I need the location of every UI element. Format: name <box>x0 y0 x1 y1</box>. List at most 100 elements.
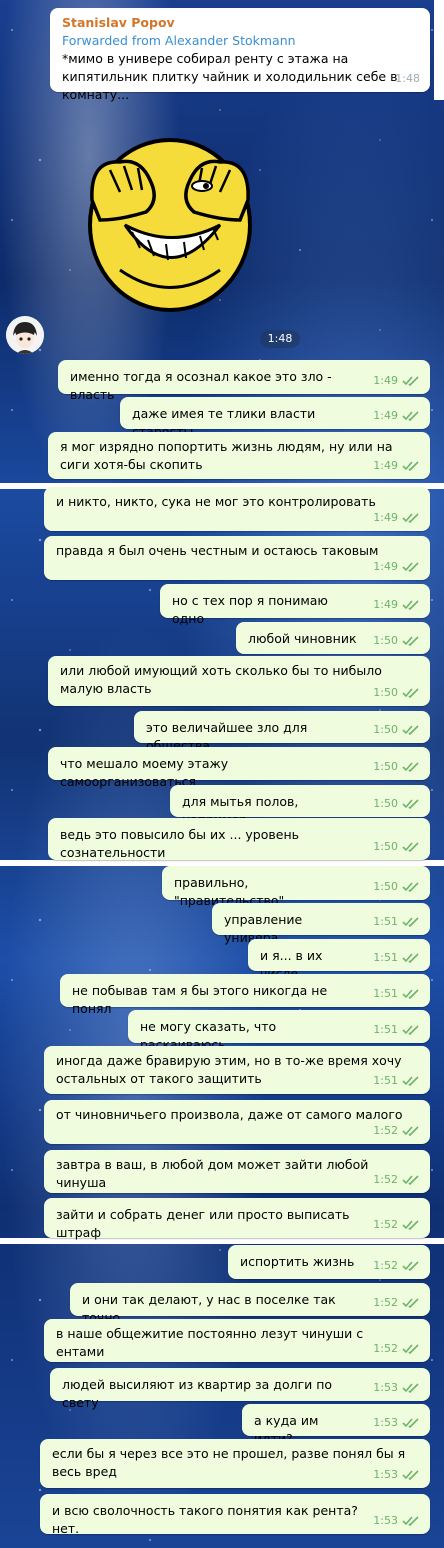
outgoing-message[interactable]: и всю сволочность такого понятия как рен… <box>40 1494 430 1536</box>
message-text: и никто, никто, сука не мог это контроли… <box>56 494 376 509</box>
double-check-icon <box>402 461 420 471</box>
outgoing-message[interactable]: иногда даже бравирую этим, но в то-же вр… <box>44 1046 430 1094</box>
message-time: 1:50 <box>373 797 398 810</box>
sender-name[interactable]: Stanislav Popov <box>62 14 418 32</box>
message-meta: 1:50 <box>373 632 420 650</box>
outgoing-message[interactable]: даже имея те тлики власти старосты1:49 <box>120 397 430 439</box>
message-meta: 1:53 <box>373 1512 420 1530</box>
message-meta: 1:52 <box>373 1216 420 1234</box>
double-check-icon <box>402 376 420 386</box>
outgoing-message[interactable]: но с тех пор я понимаю одно 1:49 <box>160 584 430 626</box>
outgoing-message[interactable]: если бы я через все это не прошел, разве… <box>40 1439 430 1488</box>
message-text: завтра в ваш, в любой дом может зайти лю… <box>56 1157 369 1190</box>
message-time: 1:49 <box>373 560 398 573</box>
double-check-icon <box>402 725 420 735</box>
outgoing-message[interactable]: и никто, никто, сука не мог это контроли… <box>44 487 430 531</box>
message-meta: 1:52 <box>373 1257 420 1275</box>
message-meta: 1:50 <box>373 795 420 813</box>
message-text: испортить жизнь <box>240 1254 355 1269</box>
message-time: 1:52 <box>373 1342 398 1355</box>
message-time: 1:53 <box>373 1514 398 1527</box>
message-meta: 1:51 <box>373 1072 420 1090</box>
outgoing-message[interactable]: от чиновничьего произвола, даже от самог… <box>44 1100 430 1144</box>
outgoing-message[interactable]: завтра в ваш, в любой дом может зайти лю… <box>44 1150 430 1193</box>
message-text: если бы я через все это не прошел, разве… <box>52 1446 406 1479</box>
double-check-icon <box>402 1076 420 1086</box>
message-time: 1:50 <box>373 634 398 647</box>
message-text: ведь это повысило бы их ... уровень созн… <box>60 827 299 860</box>
message-text: зайти и собрать денег или просто выписат… <box>56 1207 350 1240</box>
outgoing-message[interactable]: в наше общежитие постоянно лезут чинуши … <box>44 1319 430 1362</box>
message-meta: 1:53 <box>373 1379 420 1397</box>
message-time: 1:51 <box>373 1023 398 1036</box>
message-time: 1:53 <box>373 1468 398 1481</box>
outgoing-message[interactable]: зайти и собрать денег или просто выписат… <box>44 1198 430 1240</box>
double-check-icon <box>402 1220 420 1230</box>
outgoing-message[interactable]: а куда им идти?1:53 <box>242 1404 430 1446</box>
message-text: или любой имующий хоть сколько бы то ниб… <box>60 663 382 696</box>
message-text: и всю сволочность такого понятия как рен… <box>52 1503 358 1536</box>
message-text: я мог изрядно попортить жизнь людям, ну … <box>60 439 393 472</box>
message-time: 1:53 <box>373 1381 398 1394</box>
message-meta: 1:49 <box>373 457 420 475</box>
message-time: 1:50 <box>373 686 398 699</box>
outgoing-message[interactable]: или любой имующий хоть сколько бы то ниб… <box>48 656 430 706</box>
double-check-icon <box>402 882 420 892</box>
message-time: 1:52 <box>373 1296 398 1309</box>
message-text: от чиновничьего произвола, даже от самог… <box>56 1107 403 1122</box>
message-meta: 1:50 <box>373 878 420 896</box>
double-check-icon <box>402 989 420 999</box>
message-time: 1:52 <box>373 1259 398 1272</box>
forwarded-from-link[interactable]: Forwarded from Alexander Stokmann <box>62 32 418 50</box>
message-time: 1:51 <box>373 1074 398 1087</box>
message-meta: 1:50 <box>373 721 420 739</box>
outgoing-message[interactable]: я мог изрядно попортить жизнь людям, ну … <box>48 432 430 479</box>
message-meta: 1:49 <box>373 509 420 527</box>
trollface-sticker[interactable] <box>80 130 260 320</box>
outgoing-message[interactable]: ведь это повысило бы их ... уровень созн… <box>48 818 430 860</box>
message-time: 1:50 <box>373 840 398 853</box>
outgoing-message[interactable]: правда я был очень честным и остаюсь так… <box>44 536 430 580</box>
double-check-icon <box>402 1418 420 1428</box>
double-check-icon <box>402 411 420 421</box>
outgoing-message[interactable]: для мытья полов, например1:50 <box>170 785 430 827</box>
user-avatar[interactable] <box>6 316 44 354</box>
double-check-icon <box>402 600 420 610</box>
outgoing-message[interactable]: не могу сказать, что раскаиваюсь 1:51 <box>128 1010 430 1052</box>
message-meta: 1:50 <box>373 838 420 856</box>
outgoing-message[interactable]: что мешало моему этажу самоорганизоватьс… <box>48 747 430 789</box>
forwarded-message[interactable]: Stanislav Popov Forwarded from Alexander… <box>50 8 430 102</box>
sticker-time: 1:48 <box>260 330 300 348</box>
outgoing-message[interactable]: людей высиляют из квартир за долги по св… <box>50 1368 430 1410</box>
double-check-icon <box>402 1126 420 1136</box>
message-meta: 1:53 <box>373 1414 420 1432</box>
message-meta: 1:51 <box>373 1021 420 1039</box>
double-check-icon <box>402 1383 420 1393</box>
message-meta: 1:53 <box>373 1466 420 1484</box>
message-text: любой чиновник <box>248 631 357 646</box>
double-check-icon <box>402 1261 420 1271</box>
message-time: 1:53 <box>373 1416 398 1429</box>
message-meta: 1:52 <box>373 1122 420 1140</box>
double-check-icon <box>402 636 420 646</box>
message-time: 1:49 <box>373 409 398 422</box>
outgoing-message[interactable]: и они так делают, у нас в поселке так то… <box>70 1283 430 1325</box>
outgoing-message[interactable]: это величайшее зло для общества 1:50 <box>134 711 430 753</box>
message-meta: 1:49 <box>373 372 420 390</box>
message-meta: 1:52 <box>373 1340 420 1358</box>
outgoing-message[interactable]: управление универа 1:51 <box>212 903 430 945</box>
outgoing-message[interactable]: правильно, "правительство" 1:50 <box>162 866 430 908</box>
double-check-icon <box>402 562 420 572</box>
outgoing-message[interactable]: не побывав там я бы этого никогда не пон… <box>60 974 430 1016</box>
message-meta: 1:49 <box>373 596 420 614</box>
message-time: 1:52 <box>373 1173 398 1186</box>
message-meta: 1:52 <box>373 1294 420 1312</box>
message-time: 1:51 <box>373 915 398 928</box>
message-time: 1:52 <box>373 1218 398 1231</box>
outgoing-message[interactable]: именно тогда я осознал какое это зло - в… <box>58 360 430 402</box>
outgoing-message[interactable]: испортить жизнь 1:52 <box>228 1245 430 1279</box>
outgoing-message[interactable]: и я... в их числе1:51 <box>248 939 430 981</box>
outgoing-message[interactable]: любой чиновник 1:50 <box>236 622 430 654</box>
message-meta: 1:50 <box>373 684 420 702</box>
double-check-icon <box>402 1470 420 1480</box>
